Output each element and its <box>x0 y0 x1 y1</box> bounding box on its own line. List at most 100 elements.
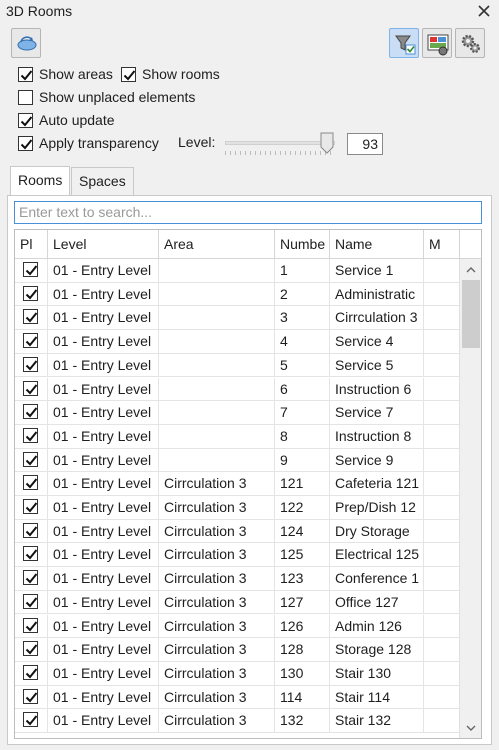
placed-checkbox[interactable] <box>23 356 38 372</box>
column-header-number[interactable]: Numbe <box>275 230 330 259</box>
column-header-placed[interactable]: Pl <box>15 230 48 259</box>
scroll-up-icon[interactable] <box>464 263 478 277</box>
placed-checkbox[interactable] <box>23 546 38 562</box>
auto-update-checkbox[interactable] <box>18 112 33 128</box>
table-row[interactable]: 01 - Entry Level Cirrculation 3 126 Admin 1… <box>15 614 460 639</box>
level-cell: 01 - Entry Level <box>48 496 159 519</box>
placed-checkbox[interactable] <box>23 285 38 301</box>
transparency-slider-thumb[interactable] <box>320 132 334 154</box>
table-row[interactable]: 01 - Entry Level Cirrculation 3 122 Prep/Di… <box>15 496 460 520</box>
table-row[interactable]: 01 - Entry Level Cirrculation 3 124 Dry Sto… <box>15 519 460 544</box>
name-cell: Stair 132 <box>330 709 424 733</box>
tab-spaces[interactable]: Spaces <box>71 167 134 195</box>
placed-checkbox[interactable] <box>23 499 38 514</box>
scroll-down-icon[interactable] <box>464 721 478 735</box>
column-header-area[interactable]: Area <box>159 230 275 259</box>
settings-button[interactable] <box>455 28 485 58</box>
number-cell: 7 <box>275 401 330 425</box>
number-cell: 114 <box>275 685 330 709</box>
level-cell: 01 - Entry Level <box>48 614 159 638</box>
filter-button[interactable] <box>389 28 419 58</box>
placed-cell <box>15 353 48 377</box>
show-unplaced-checkbox[interactable] <box>18 89 33 105</box>
placed-checkbox[interactable] <box>23 664 38 680</box>
placed-checkbox[interactable] <box>23 451 38 467</box>
placed-checkbox[interactable] <box>23 309 38 325</box>
placed-cell <box>15 401 48 425</box>
area-cell <box>159 259 275 282</box>
table-row[interactable]: 01 - Entry Level 4 Service 4 <box>15 330 460 354</box>
show-rooms-option[interactable]: Show rooms <box>121 64 220 84</box>
auto-update-option[interactable]: Auto update <box>18 110 115 130</box>
show-areas-checkbox[interactable] <box>18 66 33 82</box>
refresh-button[interactable] <box>11 28 41 58</box>
level-cell: 01 - Entry Level <box>48 401 159 425</box>
rooms-table: Pl Level Area Numbe Name M 01 - Entry Le… <box>14 229 482 739</box>
show-rooms-checkbox[interactable] <box>121 66 136 82</box>
scrollbar-thumb[interactable] <box>462 280 480 348</box>
table-row[interactable]: 01 - Entry Level 5 Service 5 <box>15 353 460 378</box>
placed-checkbox[interactable] <box>23 641 38 657</box>
table-row[interactable]: 01 - Entry Level 3 Cirrculation 3 <box>15 306 460 331</box>
tab-rooms[interactable]: Rooms <box>10 166 71 196</box>
column-header-m[interactable]: M <box>424 230 460 259</box>
name-cell: Office 127 <box>330 590 424 614</box>
table-row[interactable]: 01 - Entry Level Cirrculation 3 128 Storage… <box>15 638 460 662</box>
table-row[interactable]: 01 - Entry Level 2 Administratic <box>15 282 460 307</box>
table-row[interactable]: 01 - Entry Level Cirrculation 3 125 Electri… <box>15 543 460 568</box>
column-header-name[interactable]: Name <box>330 230 424 259</box>
vertical-scrollbar[interactable] <box>459 259 481 738</box>
placed-checkbox[interactable] <box>23 712 38 728</box>
area-cell: Cirrculation 3 <box>159 685 275 709</box>
level-value-input[interactable]: 93 <box>347 133 383 155</box>
area-cell: Cirrculation 3 <box>159 709 275 733</box>
placed-cell <box>15 685 48 709</box>
placed-checkbox[interactable] <box>23 522 38 538</box>
name-cell: Service 1 <box>330 259 424 282</box>
table-row[interactable]: 01 - Entry Level Cirrculation 3 132 Stair 1… <box>15 709 460 733</box>
close-icon[interactable] <box>475 2 493 20</box>
show-areas-option[interactable]: Show areas <box>18 64 113 84</box>
m-cell <box>424 259 460 282</box>
placed-checkbox[interactable] <box>23 475 38 491</box>
name-cell: Prep/Dish 12 <box>330 496 424 519</box>
search-input[interactable]: Enter text to search... <box>14 201 482 224</box>
show-unplaced-option[interactable]: Show unplaced elements <box>18 87 195 107</box>
level-cell: 01 - Entry Level <box>48 353 159 377</box>
apply-transparency-checkbox[interactable] <box>18 135 33 151</box>
name-cell: Stair 130 <box>330 661 424 685</box>
level-label: Level: <box>178 134 216 150</box>
display-settings-button[interactable] <box>422 28 452 58</box>
name-cell: Cafeteria 121 <box>330 472 424 496</box>
table-row[interactable]: 01 - Entry Level Cirrculation 3 127 Office … <box>15 590 460 615</box>
table-row[interactable]: 01 - Entry Level 7 Service 7 <box>15 401 460 425</box>
placed-checkbox[interactable] <box>23 404 38 420</box>
placed-checkbox[interactable] <box>23 427 38 443</box>
placed-checkbox[interactable] <box>23 570 38 586</box>
placed-cell <box>15 448 48 472</box>
name-cell: Service 5 <box>330 353 424 377</box>
placed-checkbox[interactable] <box>23 262 38 277</box>
placed-cell <box>15 614 48 638</box>
table-row[interactable]: 01 - Entry Level Cirrculation 3 130 Stair 1… <box>15 661 460 686</box>
apply-transparency-option[interactable]: Apply transparency <box>18 133 159 153</box>
table-row[interactable]: 01 - Entry Level 9 Service 9 <box>15 448 460 473</box>
table-row[interactable]: 01 - Entry Level 6 Instruction 6 <box>15 377 460 402</box>
table-row[interactable]: 01 - Entry Level Cirrculation 3 114 Stair 1… <box>15 685 460 710</box>
placed-checkbox[interactable] <box>23 617 38 633</box>
placed-checkbox[interactable] <box>23 333 38 349</box>
column-header-level[interactable]: Level <box>48 230 159 259</box>
area-cell <box>159 282 275 306</box>
table-row[interactable]: 01 - Entry Level Cirrculation 3 123 Confere… <box>15 567 460 591</box>
table-row[interactable]: 01 - Entry Level 1 Service 1 <box>15 259 460 283</box>
transparency-slider-track[interactable] <box>225 141 335 145</box>
name-cell: Instruction 8 <box>330 424 424 448</box>
table-row[interactable]: 01 - Entry Level Cirrculation 3 121 Cafeter… <box>15 472 460 496</box>
placed-checkbox[interactable] <box>23 688 38 704</box>
number-cell: 6 <box>275 377 330 401</box>
table-row[interactable]: 01 - Entry Level 8 Instruction 8 <box>15 424 460 449</box>
m-cell <box>424 377 460 401</box>
placed-checkbox[interactable] <box>23 593 38 609</box>
placed-checkbox[interactable] <box>23 380 38 396</box>
placed-cell <box>15 590 48 614</box>
